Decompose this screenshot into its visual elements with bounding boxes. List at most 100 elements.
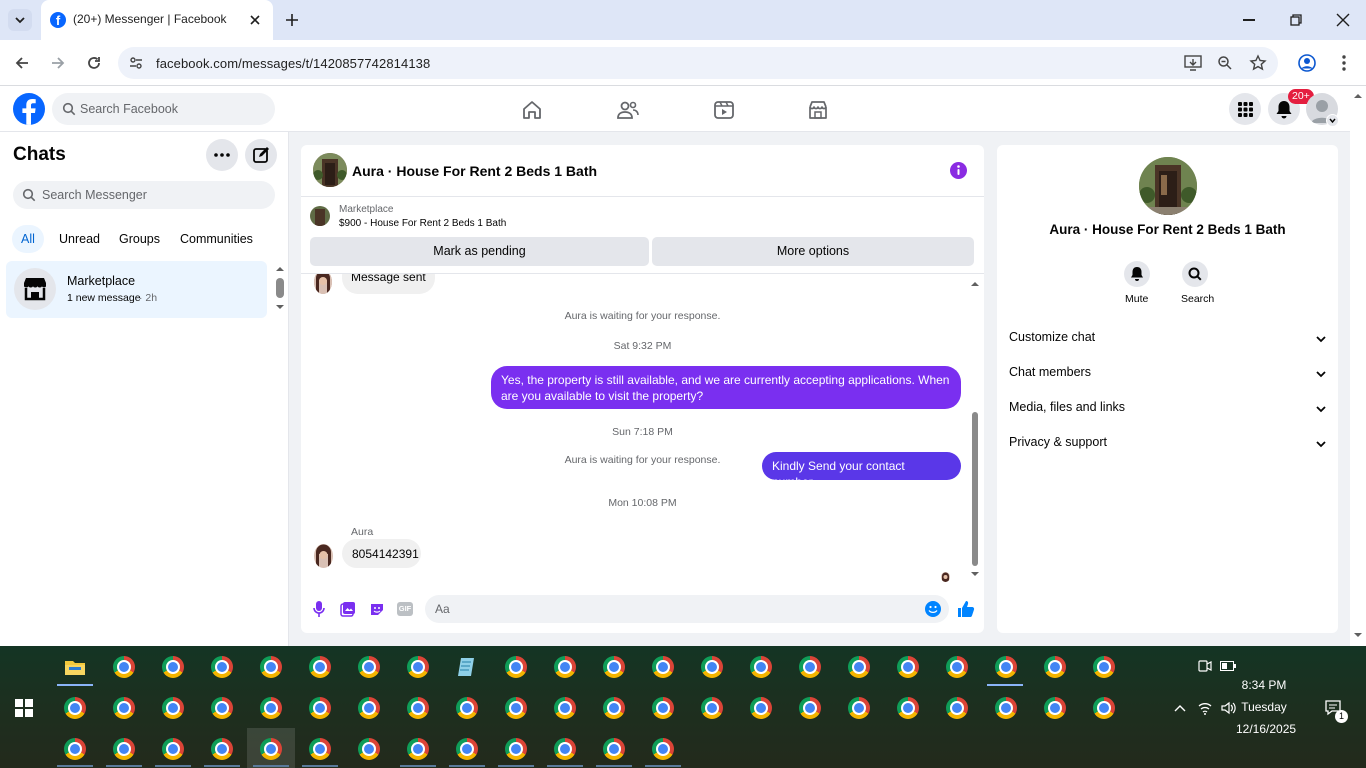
chrome-taskbar-icon[interactable] [211,697,233,719]
close-tab-icon[interactable] [247,12,263,28]
attach-media-icon[interactable] [340,601,356,617]
tab-search-button[interactable] [8,9,32,31]
back-icon[interactable] [13,54,31,72]
chrome-taskbar-icon[interactable] [1044,656,1066,678]
chrome-taskbar-icon[interactable] [113,656,135,678]
show-hidden-icons[interactable] [1173,702,1187,714]
chrome-taskbar-icon[interactable] [652,656,674,678]
chrome-taskbar-icon[interactable] [505,738,527,760]
page-scrollbar[interactable] [1350,87,1366,646]
listing-thumbnail[interactable] [310,206,330,226]
message-in-partial[interactable]: Message sent [342,274,435,294]
file-explorer-icon[interactable] [64,658,86,676]
chrome-taskbar-icon[interactable] [407,738,429,760]
filter-unread[interactable]: Unread [59,232,100,246]
chrome-taskbar-icon[interactable] [1093,697,1115,719]
chat-options-button[interactable] [206,139,238,171]
marketplace-nav-icon[interactable] [807,99,829,121]
chrome-taskbar-icon[interactable] [407,656,429,678]
chrome-taskbar-icon[interactable] [64,738,86,760]
section-chat-members[interactable]: Chat members [1009,365,1327,379]
chrome-taskbar-icon[interactable] [897,697,919,719]
gif-icon[interactable]: GIF [397,602,413,616]
battery-icon[interactable] [1220,661,1236,671]
voice-clip-icon[interactable] [312,600,326,618]
chat-info-icon[interactable] [950,162,967,179]
chrome-taskbar-icon[interactable] [946,697,968,719]
mark-as-pending-button[interactable]: Mark as pending [310,237,649,266]
mute-button[interactable] [1124,261,1150,287]
clock-day[interactable]: Tuesday [1240,700,1288,714]
minimize-icon[interactable] [1243,19,1255,21]
browser-menu-icon[interactable] [1341,54,1347,72]
chrome-taskbar-icon[interactable] [554,697,576,719]
more-options-button[interactable]: More options [652,237,974,266]
notepad-icon[interactable] [456,656,476,678]
chat-header-avatar[interactable] [313,153,347,187]
chrome-taskbar-icon[interactable] [799,697,821,719]
sticker-icon[interactable] [369,601,385,617]
chrome-taskbar-icon[interactable] [603,738,625,760]
chrome-taskbar-icon[interactable] [1093,656,1115,678]
facebook-search-input[interactable]: Search Facebook [52,93,275,125]
network-icon[interactable] [1197,700,1213,716]
chrome-taskbar-icon[interactable] [358,738,380,760]
chrome-taskbar-icon[interactable] [848,656,870,678]
facebook-logo-icon[interactable] [13,93,45,125]
windows-start-icon[interactable] [15,699,33,717]
chrome-taskbar-icon[interactable] [64,697,86,719]
chrome-taskbar-icon[interactable] [211,738,233,760]
chrome-taskbar-icon[interactable] [652,697,674,719]
section-privacy-support[interactable]: Privacy & support [1009,435,1327,449]
reload-icon[interactable] [85,54,103,72]
chrome-taskbar-icon[interactable] [456,738,478,760]
profile-icon[interactable] [1298,54,1316,72]
chrome-taskbar-icon[interactable] [456,697,478,719]
chrome-taskbar-icon[interactable] [113,738,135,760]
chrome-taskbar-icon[interactable] [505,656,527,678]
chrome-taskbar-icon[interactable] [309,656,331,678]
install-app-icon[interactable] [1184,55,1202,71]
menu-grid-button[interactable] [1229,93,1261,125]
message-out-1[interactable]: Yes, the property is still available, an… [491,366,961,409]
chat-list-scrollbar[interactable] [274,265,286,312]
account-chevron-icon[interactable] [1326,114,1339,127]
chrome-taskbar-icon[interactable] [799,656,821,678]
search-in-chat-button[interactable] [1182,261,1208,287]
chrome-taskbar-icon[interactable] [505,697,527,719]
chrome-taskbar-icon[interactable] [701,697,723,719]
home-nav-icon[interactable] [521,99,543,121]
message-in-1[interactable]: 8054142391 [342,539,421,568]
new-tab-icon[interactable] [283,11,301,29]
chrome-taskbar-icon[interactable] [652,738,674,760]
section-customize-chat[interactable]: Customize chat [1009,330,1327,344]
chrome-taskbar-icon[interactable] [162,697,184,719]
section-media-files-links[interactable]: Media, files and links [1009,400,1327,414]
meet-now-icon[interactable] [1198,659,1212,673]
messenger-search-input[interactable]: Search Messenger [13,181,275,209]
chrome-taskbar-icon[interactable] [260,656,282,678]
bookmark-star-icon[interactable] [1249,54,1267,72]
chrome-taskbar-icon[interactable] [211,656,233,678]
chrome-taskbar-icon[interactable] [897,656,919,678]
message-input[interactable]: Aa [425,595,949,623]
chrome-taskbar-icon[interactable] [407,697,429,719]
message-out-2[interactable]: Kindly Send your contact number. [762,452,961,489]
like-thumb-icon[interactable] [957,600,975,618]
chrome-taskbar-icon[interactable] [309,738,331,760]
chrome-taskbar-icon[interactable] [946,656,968,678]
volume-icon[interactable] [1220,700,1236,716]
chrome-taskbar-icon[interactable] [113,697,135,719]
close-window-icon[interactable] [1336,13,1350,27]
forward-icon[interactable] [49,54,67,72]
zoom-icon[interactable] [1217,55,1233,71]
chrome-taskbar-icon[interactable] [750,656,772,678]
chrome-taskbar-icon[interactable] [1044,697,1066,719]
chrome-taskbar-icon[interactable] [603,656,625,678]
conversation-item-marketplace[interactable]: Marketplace 1 new message · 2h [6,261,267,318]
address-bar[interactable]: facebook.com/messages/t/1420857742814138 [118,47,1278,79]
listing-price-title[interactable]: $900 - House For Rent 2 Beds 1 Bath [339,218,506,229]
tab-messenger[interactable]: f (20+) Messenger | Facebook [41,0,273,40]
chrome-taskbar-icon[interactable] [358,656,380,678]
chrome-taskbar-icon[interactable] [995,656,1017,678]
